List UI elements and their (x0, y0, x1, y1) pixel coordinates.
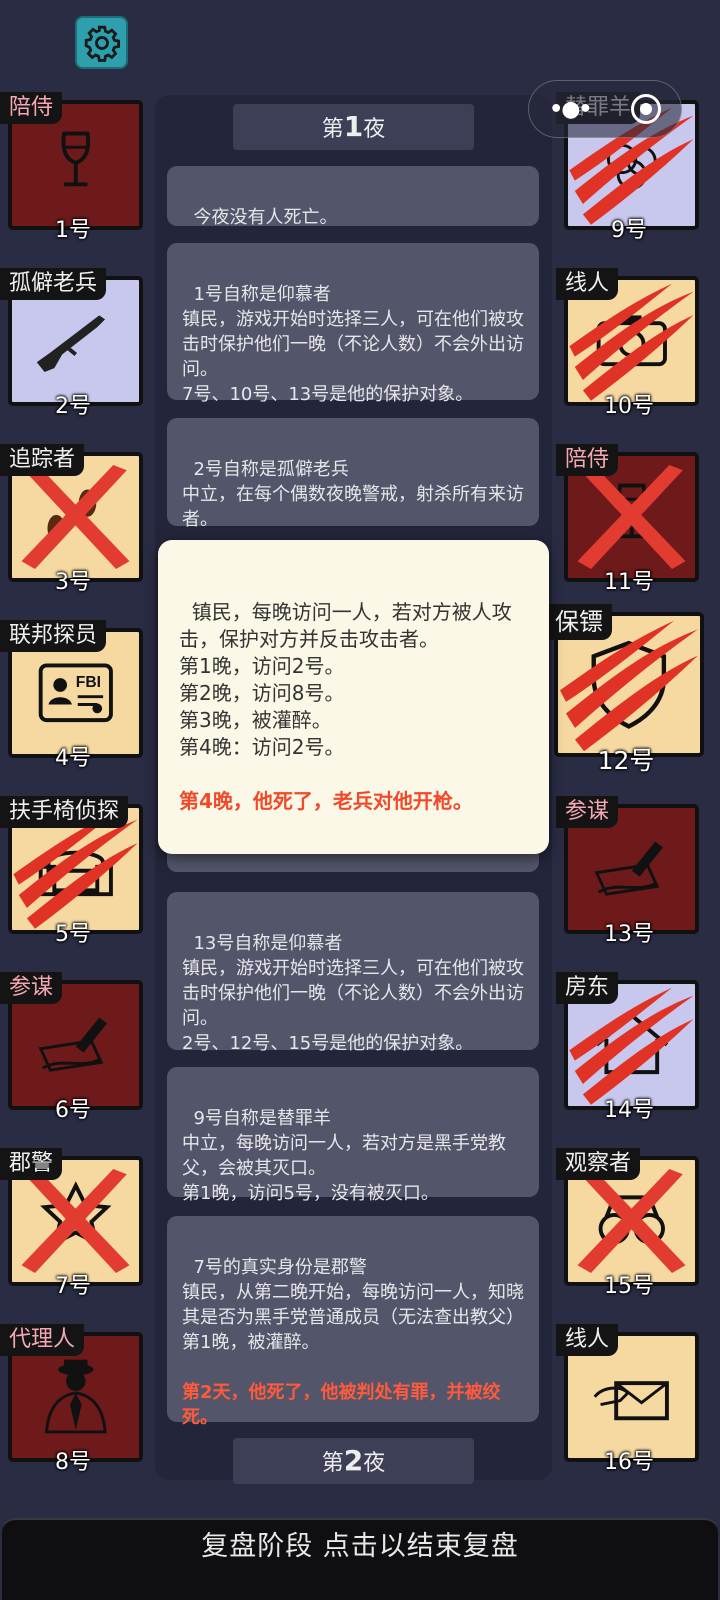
house-icon (595, 1013, 668, 1075)
player-card-8号[interactable]: 代理人 8号 (0, 1324, 146, 1484)
role-name-tag: 线人 (556, 1324, 619, 1356)
popup-death-note: 第4晚，他死了，老兵对他开枪。 (179, 789, 473, 813)
player-card-4号[interactable]: FBI 联邦探员 4号 (0, 620, 146, 780)
player-card-1号[interactable]: 陪侍 1号 (0, 92, 146, 252)
role-name-tag: 孤僻老兵 (0, 268, 107, 300)
more-dots-icon[interactable]: •●• (549, 97, 592, 122)
role-name-tag: 代理人 (0, 1324, 85, 1356)
player-number: 13号 (604, 922, 654, 947)
fbi-badge-icon: FBI (38, 663, 113, 723)
player-number: 5号 (55, 922, 91, 947)
binoculars-icon (598, 1195, 665, 1245)
player-card-5号[interactable]: 扶手椅侦探 5号 (0, 796, 146, 956)
log-entry-1: 今夜没有人死亡。 (167, 166, 539, 228)
player-number: 15号 (604, 1274, 654, 1299)
end-review-button[interactable]: 复盘阶段 点击以结束复盘 (2, 1518, 718, 1600)
wine-glass-icon (617, 483, 646, 539)
log-entry-2: 1号自称是仰慕者 镇民，游戏开始时选择三人，可在他们被攻击时保护他们一晚（不论人… (167, 243, 539, 405)
log-entry-5: 9号自称是替罪羊 中立，每晚访问一人，若对方是黑手党教父，会被其灭口。 第1晚，… (167, 1067, 539, 1204)
camera-icon (596, 315, 667, 367)
armchair-icon (38, 850, 113, 897)
player-card-3号[interactable]: 追踪者 3号 (0, 444, 146, 604)
pen-paper-icon (38, 1017, 107, 1072)
player-number: 3号 (55, 570, 91, 595)
gear-icon (84, 25, 120, 62)
wine-glass-icon (61, 131, 90, 187)
role-name-tag: 联邦探员 (0, 620, 107, 652)
player-card-10号[interactable]: 线人 10号 (556, 268, 702, 428)
player-number: 2号 (55, 394, 91, 419)
death-note: 第2天，他死了，他被判处有罪，并被绞死。 (182, 1382, 501, 1428)
role-name-tag: 保镖 (546, 604, 612, 640)
player-number: 10号 (604, 394, 654, 419)
miniprogram-capsule[interactable]: •●• (528, 80, 682, 138)
role-name-tag: 陪侍 (0, 92, 63, 124)
role-name-tag: 陪侍 (556, 444, 619, 476)
close-target-icon[interactable] (630, 94, 661, 124)
player-number: 4号 (55, 746, 91, 771)
log-entry-3: 2号自称是孤僻老兵 中立，在每个偶数夜晚警戒，射杀所有来访者。 (167, 418, 539, 530)
log-entry-6: 7号的真实身份是郡警 镇民，从第二晚开始，每晚访问一人，知晓其是否为黑手党普通成… (167, 1216, 539, 1428)
svg-text:FBI: FBI (76, 674, 101, 691)
player-number: 11号 (604, 570, 654, 595)
role-name-tag: 追踪者 (0, 444, 85, 476)
player-number: 12号 (597, 746, 655, 775)
player-number: 16号 (604, 1450, 654, 1475)
player-card-13号[interactable]: 参谋 13号 (556, 796, 702, 956)
letter-hand-icon (593, 1381, 669, 1421)
shield-icon (591, 640, 667, 729)
rifle-icon (36, 315, 105, 373)
player-number: 7号 (55, 1274, 91, 1299)
role-name-tag: 线人 (556, 268, 619, 300)
settings-button[interactable] (75, 16, 128, 69)
player-card-7号[interactable]: 郡警 7号 (0, 1148, 146, 1308)
player-number: 9号 (611, 218, 647, 243)
player-card-2号[interactable]: 孤僻老兵 2号 (0, 268, 146, 428)
player-card-14号[interactable]: 房东 14号 (556, 972, 702, 1132)
sheriff-star-icon (39, 1181, 112, 1248)
role-name-tag: 郡警 (0, 1148, 63, 1180)
player-number: 1号 (55, 218, 91, 243)
player-card-15号[interactable]: 观察者 15号 (556, 1148, 702, 1308)
role-name-tag: 观察者 (556, 1148, 641, 1180)
footprints-icon (47, 489, 96, 543)
player-card-16号[interactable]: 线人 16号 (556, 1324, 702, 1484)
player-number: 14号 (604, 1098, 654, 1123)
player-card-6号[interactable]: 参谋 6号 (0, 972, 146, 1132)
role-name-tag: 参谋 (556, 796, 619, 828)
night-2-header: 第2夜 (233, 1438, 474, 1484)
role-name-tag: 扶手椅侦探 (0, 796, 129, 828)
suited-man-icon (44, 1359, 107, 1434)
pen-paper-icon (594, 841, 663, 896)
player-number: 6号 (55, 1098, 91, 1123)
player-card-11号[interactable]: 陪侍 11号 (556, 444, 702, 604)
role-name-tag: 房东 (556, 972, 619, 1004)
log-entry-4: 13号自称是仰慕者 镇民，游戏开始时选择三人，可在他们被攻击时保护他们一晚（不论… (167, 892, 539, 1054)
role-name-tag: 参谋 (0, 972, 63, 1004)
night-1-header: 第1夜 (233, 104, 474, 150)
player-card-12号[interactable]: 保镖 12号 (546, 604, 706, 775)
player-number: 8号 (55, 1450, 91, 1475)
role-detail-popup[interactable]: 镇民，每晚访问一人，若对方被人攻击，保护对方并反击攻击者。 第1晚，访问2号。 … (158, 540, 549, 854)
